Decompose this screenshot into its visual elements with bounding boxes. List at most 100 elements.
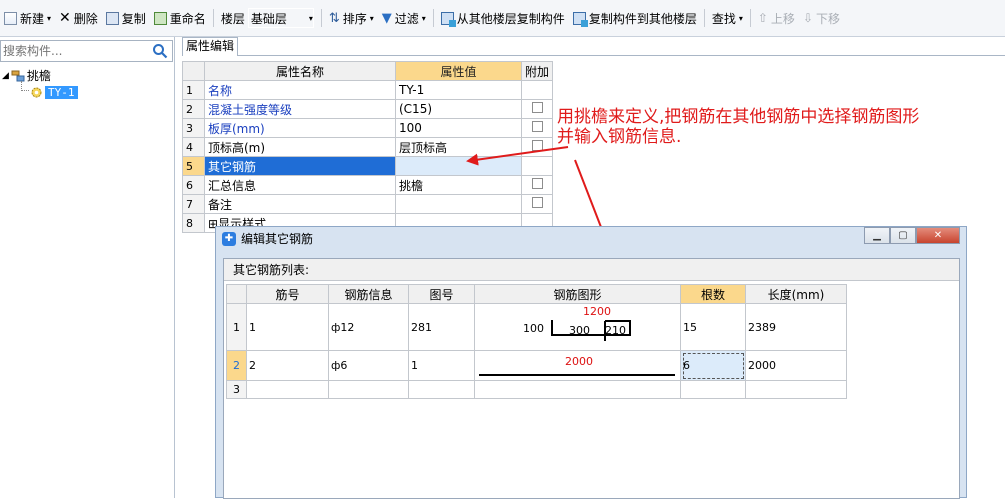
toolbar: 新建 ▾ ✕ 删除 复制 重命名 楼层 基础层 ▾ ⇅ 排序 ▾ ▼ 过滤 ▾ 从其他…	[0, 0, 1005, 37]
property-name-cell[interactable]: 备注	[204, 194, 396, 214]
copy-button[interactable]: 复制	[102, 5, 150, 31]
property-name-cell[interactable]: 顶标高(m)	[204, 137, 396, 157]
row-number: 1	[182, 80, 205, 100]
property-name-cell[interactable]: 名称	[204, 80, 396, 100]
attach-checkbox[interactable]	[531, 121, 543, 132]
property-row[interactable]: 6 汇总信息 挑檐	[182, 175, 554, 195]
bar-no-cell[interactable]: 2	[246, 350, 329, 381]
tree-node-ty1[interactable]: TY-1	[2, 81, 78, 101]
minimize-button[interactable]: ▁	[864, 227, 890, 244]
collapse-icon[interactable]: ◢	[2, 71, 9, 81]
count-cell[interactable]: 6	[680, 350, 746, 381]
property-value-cell[interactable]: TY-1	[395, 80, 522, 100]
find-button[interactable]: 查找 ▾	[708, 5, 747, 31]
dropdown-arrow-icon: ▾	[47, 13, 52, 23]
count-cell[interactable]: 15	[680, 303, 746, 351]
bar-shape-cell[interactable]: 1200 100 300 210	[474, 303, 681, 351]
table-row[interactable]: 1 1 ф12 281 1200 100 300 210 15 2389	[226, 303, 847, 351]
table-row[interactable]: 2 2 ф6 1 2000 6 2000	[226, 350, 847, 381]
row-number: 7	[182, 194, 205, 214]
move-down-button[interactable]: ⇩ 下移	[799, 5, 844, 31]
attach-cell[interactable]	[520, 137, 554, 157]
search-input[interactable]	[1, 41, 149, 61]
header-bar-info: 钢筋信息	[328, 284, 409, 304]
tab-property-edit[interactable]: 属性编辑	[182, 37, 239, 56]
property-value-cell[interactable]	[395, 156, 522, 176]
property-value-cell[interactable]: (C15)	[395, 99, 522, 119]
bar-shape-cell[interactable]: 2000	[474, 350, 681, 381]
figure-no-cell[interactable]: 1	[408, 350, 475, 381]
attach-cell[interactable]	[520, 118, 554, 138]
dialog-title: 编辑其它钢筋	[241, 232, 314, 246]
filter-button[interactable]: ▼ 过滤 ▾	[378, 5, 430, 31]
header-property-name: 属性名称	[204, 61, 396, 81]
bar-no-cell[interactable]	[246, 380, 329, 399]
length-cell[interactable]: 2389	[745, 303, 847, 351]
row-number: 2	[182, 99, 205, 119]
attach-cell[interactable]	[520, 175, 554, 195]
rebar-table: 筋号 钢筋信息 图号 钢筋图形 根数 长度(mm) 1 1 ф12 281 12	[226, 284, 847, 399]
tree-connector	[21, 81, 29, 91]
arrow-down-icon: ⇩	[802, 11, 813, 25]
table-row[interactable]: 3	[226, 380, 847, 399]
length-cell[interactable]: 2000	[745, 350, 847, 381]
move-up-button[interactable]: ⇧ 上移	[754, 5, 799, 31]
figure-no-cell[interactable]	[408, 380, 475, 399]
property-row[interactable]: 1 名称 TY-1	[182, 80, 554, 100]
property-row[interactable]: 5 其它钢筋	[182, 156, 554, 176]
property-row[interactable]: 4 顶标高(m) 层顶标高	[182, 137, 554, 157]
dropdown-arrow-icon: ▾	[421, 13, 426, 23]
bar-shape-drawing	[479, 373, 675, 376]
header-count: 根数	[680, 284, 746, 304]
property-row[interactable]: 3 板厚(mm) 100	[182, 118, 554, 138]
length-cell[interactable]	[745, 380, 847, 399]
bar-info-cell[interactable]: ф6	[328, 350, 409, 381]
attach-cell[interactable]	[520, 156, 554, 176]
shape-dim-left: 100	[523, 321, 544, 335]
figure-no-cell[interactable]: 281	[408, 303, 475, 351]
property-row[interactable]: 7 备注	[182, 194, 554, 214]
shape-dim-top: 2000	[565, 354, 593, 368]
attach-cell[interactable]	[520, 194, 554, 214]
count-cell[interactable]	[680, 380, 746, 399]
property-name-cell[interactable]: 其它钢筋	[204, 156, 396, 176]
dialog-titlebar: ✚ 编辑其它钢筋	[216, 227, 966, 250]
floor-dropdown[interactable]: 基础层 ▾	[247, 8, 314, 28]
header-bar-no: 筋号	[246, 284, 329, 304]
corner-cell	[182, 61, 205, 81]
property-value-cell[interactable]: 层顶标高	[395, 137, 522, 157]
sort-button[interactable]: ⇅ 排序 ▾	[325, 5, 378, 31]
bar-no-cell[interactable]: 1	[246, 303, 329, 351]
attach-checkbox[interactable]	[531, 140, 543, 151]
tree-node-root[interactable]: ◢ 挑檐	[2, 67, 78, 84]
attach-checkbox[interactable]	[531, 197, 543, 208]
attach-checkbox[interactable]	[531, 102, 543, 113]
attach-cell[interactable]	[520, 80, 554, 100]
property-value-cell[interactable]: 挑檐	[395, 175, 522, 195]
component-tree-panel: ◢ 挑檐 TY-1	[0, 37, 175, 498]
header-attach: 附加	[520, 61, 554, 81]
property-name-cell[interactable]: 混凝土强度等级	[204, 99, 396, 119]
property-name-cell[interactable]: 汇总信息	[204, 175, 396, 195]
property-value-cell[interactable]: 100	[395, 118, 522, 138]
new-button[interactable]: 新建 ▾	[0, 5, 55, 31]
bar-shape-cell[interactable]	[474, 380, 681, 399]
header-length: 长度(mm)	[745, 284, 847, 304]
maximize-button[interactable]: ▢	[890, 227, 916, 244]
property-value-cell[interactable]	[395, 194, 522, 214]
copy-to-other-floor-button[interactable]: 复制构件到其他楼层	[569, 5, 701, 31]
attach-checkbox[interactable]	[531, 178, 543, 189]
search-icon[interactable]	[152, 43, 168, 59]
rename-button[interactable]: 重命名	[150, 5, 210, 31]
bar-info-cell[interactable]: ф12	[328, 303, 409, 351]
attach-cell[interactable]	[520, 99, 554, 119]
bar-info-cell[interactable]	[328, 380, 409, 399]
delete-button[interactable]: ✕ 删除	[55, 5, 102, 31]
copy-from-other-floor-button[interactable]: 从其他楼层复制构件	[437, 5, 569, 31]
row-number: 5	[182, 156, 205, 176]
property-row[interactable]: 2 混凝土强度等级 (C15)	[182, 99, 554, 119]
copy-from-floor-icon	[440, 11, 456, 27]
annotation-text: 用挑檐来定义,把钢筋在其他钢筋中选择钢筋图形 并输入钢筋信息.	[557, 107, 920, 147]
close-button[interactable]: ✕	[916, 227, 960, 244]
property-name-cell[interactable]: 板厚(mm)	[204, 118, 396, 138]
